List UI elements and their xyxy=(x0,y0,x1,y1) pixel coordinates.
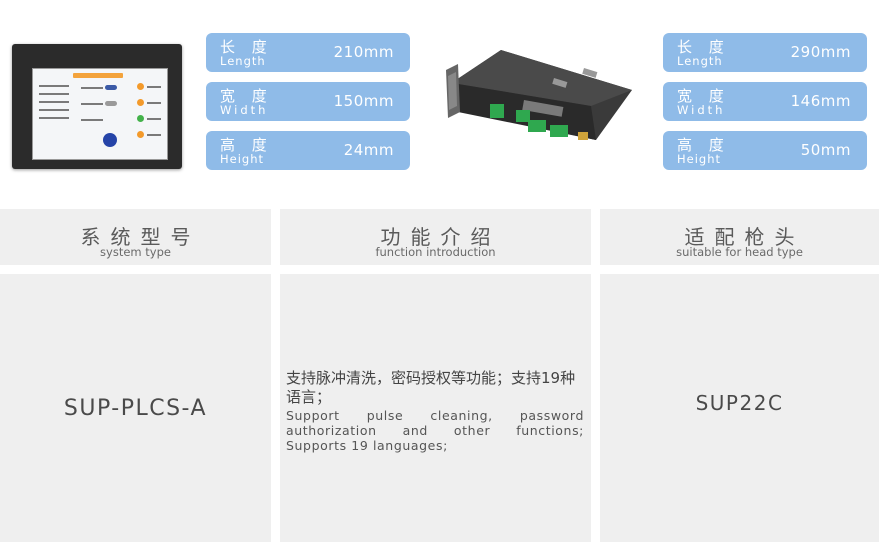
model-name: SUP-PLCS-A xyxy=(63,396,208,421)
cell-system-model: SUP-PLCS-A xyxy=(0,274,271,542)
function-text-en: Support pulse cleaning, password authori… xyxy=(286,408,584,453)
spec-value: 24mm xyxy=(343,141,394,159)
spec-label-en: Length xyxy=(220,54,266,68)
knob-icon xyxy=(103,133,117,147)
spec-label-en: Length xyxy=(677,54,723,68)
spec-height-left: 高 度 Height 24mm xyxy=(206,131,410,170)
spec-label-en: Height xyxy=(220,152,265,166)
spec-length-right: 长 度 Length 290mm xyxy=(663,33,867,72)
header-title-en: function introduction xyxy=(375,245,496,259)
spec-value: 50mm xyxy=(800,141,851,159)
spec-value: 150mm xyxy=(333,92,394,110)
spec-label-en: Width xyxy=(220,103,269,117)
cell-head-type: SUP22C xyxy=(600,274,879,542)
spec-value: 210mm xyxy=(333,43,394,61)
function-text-zh: 支持脉冲清洗，密码授权等功能；支持19种语言； xyxy=(286,369,576,406)
panel-touchscreen xyxy=(32,68,168,160)
head-type-name: SUP22C xyxy=(695,391,784,415)
cell-function: 支持脉冲清洗，密码授权等功能；支持19种语言； Support pulse cl… xyxy=(280,274,591,542)
spec-label-en: Height xyxy=(677,152,722,166)
spec-width-left: 宽 度 Width 150mm xyxy=(206,82,410,121)
header-head-type: 适配枪头 suitable for head type xyxy=(600,209,879,265)
spec-value: 290mm xyxy=(790,43,851,61)
header-function-introduction: 功能介绍 function introduction xyxy=(280,209,591,265)
spec-label-en: Width xyxy=(677,103,726,117)
spec-length-left: 长 度 Length 210mm xyxy=(206,33,410,72)
spec-height-right: 高 度 Height 50mm xyxy=(663,131,867,170)
spec-value: 146mm xyxy=(790,92,851,110)
header-title-en: system type xyxy=(100,245,171,259)
header-title-en: suitable for head type xyxy=(676,245,803,259)
header-system-type: 系统型号 system type xyxy=(0,209,271,265)
control-panel-product-image xyxy=(12,44,182,169)
controller-box-product-image xyxy=(446,50,632,140)
spec-width-right: 宽 度 Width 146mm xyxy=(663,82,867,121)
